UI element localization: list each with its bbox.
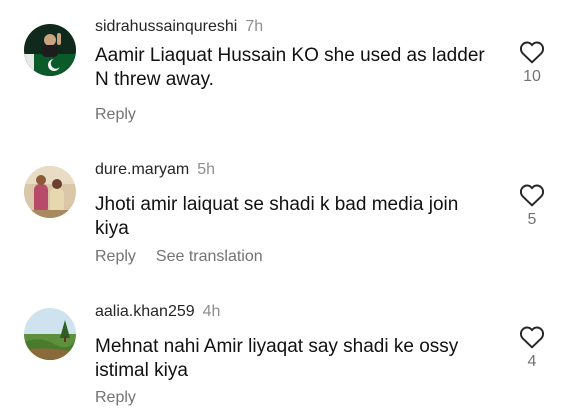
like-count: 5 bbox=[527, 211, 537, 228]
comment-actions: Reply See translation bbox=[95, 248, 263, 266]
reply-button[interactable]: Reply bbox=[95, 389, 136, 406]
comment-text: Mehnat nahi Amir liyaqat say shadi ke os… bbox=[95, 336, 459, 381]
heart-icon[interactable] bbox=[517, 40, 547, 64]
username[interactable]: dure.maryam bbox=[95, 161, 189, 178]
reply-button[interactable]: Reply bbox=[95, 248, 136, 265]
comment-text: Aamir Liaquat Hussain KO she used as lad… bbox=[95, 45, 485, 90]
like-control: 10 bbox=[517, 40, 547, 86]
heart-icon[interactable] bbox=[517, 183, 547, 207]
like-control: 5 bbox=[517, 183, 547, 229]
heart-icon[interactable] bbox=[517, 325, 547, 349]
reply-button[interactable]: Reply bbox=[95, 106, 136, 123]
see-translation-button[interactable]: See translation bbox=[156, 248, 263, 265]
like-control: 4 bbox=[517, 325, 547, 371]
avatar[interactable] bbox=[24, 24, 76, 76]
username[interactable]: sidrahussainqureshi bbox=[95, 18, 237, 35]
like-count: 10 bbox=[523, 68, 541, 85]
comment-text: Jhoti amir laiquat se shadi k bad media … bbox=[95, 194, 459, 239]
comment-meta: aalia.khan259 4h bbox=[95, 303, 220, 321]
comment-actions: Reply bbox=[95, 106, 136, 124]
comment-meta: sidrahussainqureshi 7h bbox=[95, 18, 263, 36]
avatar[interactable] bbox=[24, 166, 76, 218]
timestamp: 7h bbox=[245, 18, 264, 35]
like-count: 4 bbox=[527, 353, 537, 370]
timestamp: 4h bbox=[202, 303, 221, 320]
username[interactable]: aalia.khan259 bbox=[95, 303, 195, 320]
timestamp: 5h bbox=[197, 161, 216, 178]
avatar[interactable] bbox=[24, 308, 76, 360]
comment-meta: dure.maryam 5h bbox=[95, 161, 215, 179]
comment-actions: Reply bbox=[95, 389, 136, 407]
